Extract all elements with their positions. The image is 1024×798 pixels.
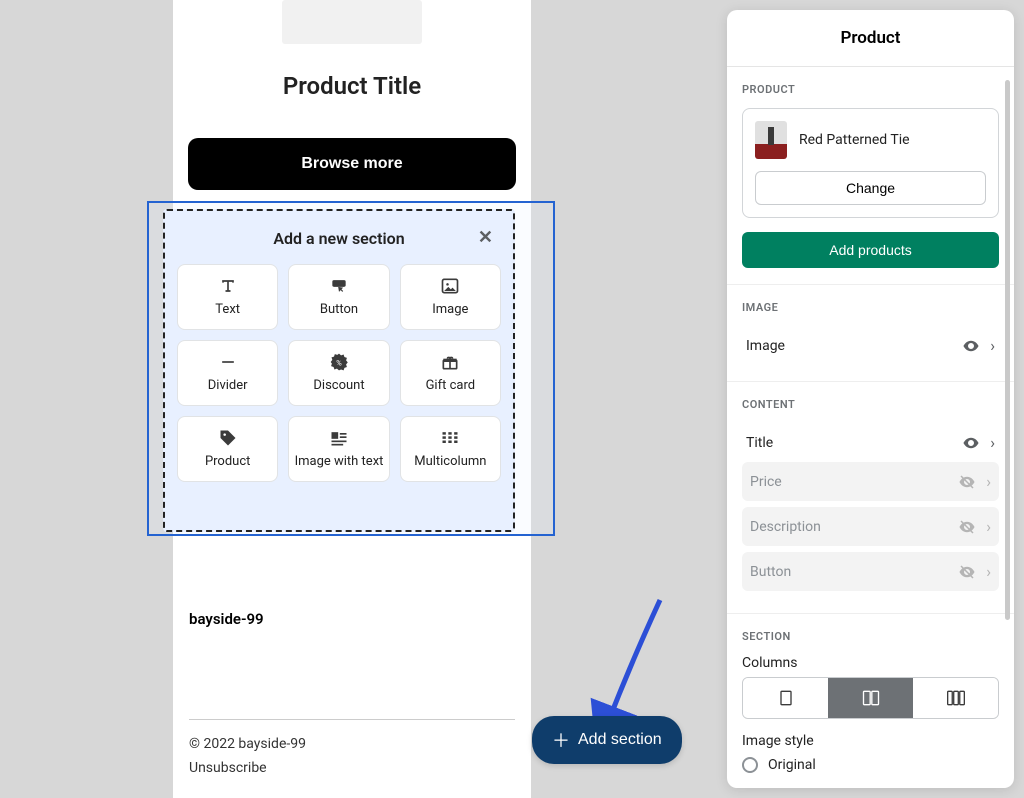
section-tile-label: Divider [208,378,248,394]
close-icon[interactable]: ✕ [478,227,493,248]
content-row-price[interactable]: Price › [742,462,999,501]
footer-divider [189,719,515,720]
section-tile-label: Button [320,302,358,318]
section-tile-label: Gift card [426,378,476,394]
content-row-image[interactable]: Image › [742,326,999,365]
add-products-button[interactable]: Add products [742,232,999,268]
visibility-hidden-icon[interactable] [958,563,976,581]
chevron-right-icon: › [990,336,995,355]
section-tile-label: Text [215,302,240,318]
list-row-label: Image [746,338,785,354]
redacted-address [189,634,459,709]
section-picker-title: Add a new section [273,229,404,248]
panel-label-product: PRODUCT [742,83,999,96]
panel-label-section: SECTION [742,630,999,643]
list-row-label: Title [746,435,773,451]
email-footer: bayside-99 © 2022 bayside-99 Unsubscribe [173,610,531,798]
list-row-label: Description [750,519,821,535]
scrollbar[interactable] [1005,80,1010,620]
selected-product-name: Red Patterned Tie [799,132,910,148]
section-tile-label: Image [432,302,468,318]
add-section-button[interactable]: ＋ Add section [532,716,682,764]
visibility-hidden-icon[interactable] [958,473,976,491]
section-type-grid: Text Button Image Divider % Discount Gif… [177,264,501,482]
columns-option-2[interactable] [828,678,913,718]
visibility-eye-icon[interactable] [962,337,980,355]
list-row-label: Button [750,564,791,580]
multicolumn-icon [440,428,460,448]
change-product-button[interactable]: Change [755,171,986,205]
section-tile-discount[interactable]: % Discount [288,340,389,406]
visibility-eye-icon[interactable] [962,434,980,452]
content-row-title[interactable]: Title › [742,423,999,462]
selected-product-card: Red Patterned Tie Change [742,108,999,218]
button-icon [329,276,349,296]
giftcard-icon [440,352,460,372]
section-tile-divider[interactable]: Divider [177,340,278,406]
discount-icon: % [329,352,349,372]
unsubscribe-link[interactable]: Unsubscribe [189,760,515,776]
product-thumbnail [755,121,787,159]
columns-label: Columns [742,655,999,671]
panel-label-content: CONTENT [742,398,999,411]
content-row-button[interactable]: Button › [742,552,999,591]
section-tile-label: Multicolumn [414,454,486,470]
text-icon [218,276,238,296]
panel-scroll[interactable]: PRODUCT Red Patterned Tie Change Add pro… [727,67,1014,788]
radio-label: Original [768,757,816,773]
section-tile-image[interactable]: Image [400,264,501,330]
panel-section-product: PRODUCT Red Patterned Tie Change Add pro… [727,67,1014,285]
browse-more-button[interactable]: Browse more [188,138,516,190]
panel-section-section: SECTION Columns Image style Original [727,614,1014,788]
section-tile-giftcard[interactable]: Gift card [400,340,501,406]
content-row-description[interactable]: Description › [742,507,999,546]
section-tile-image-with-text[interactable]: Image with text [288,416,389,482]
add-section-label: Add section [578,731,662,749]
chevron-right-icon: › [986,472,991,491]
panel-label-image: IMAGE [742,301,999,314]
panel-title: Product [727,10,1014,67]
list-row-label: Price [750,474,782,490]
divider-icon [218,352,238,372]
settings-panel: Product PRODUCT Red Patterned Tie Change… [727,10,1014,788]
section-tile-product[interactable]: Product [177,416,278,482]
product-tag-icon [218,428,238,448]
store-name: bayside-99 [189,610,515,628]
copyright-text: © 2022 bayside-99 [189,736,515,752]
image-text-icon [329,428,349,448]
columns-option-3[interactable] [913,678,998,718]
plus-icon: ＋ [552,727,570,753]
columns-segmented-control [742,677,999,719]
section-tile-label: Product [205,454,250,470]
panel-section-image: IMAGE Image › [727,285,1014,382]
product-title: Product Title [173,72,531,100]
section-insert-highlight: Add a new section ✕ Text Button Image Di… [147,201,555,536]
image-style-option-original[interactable]: Original [742,757,999,773]
chevron-right-icon: › [986,517,991,536]
columns-option-1[interactable] [743,678,828,718]
section-tile-label: Discount [313,378,364,394]
chevron-right-icon: › [986,562,991,581]
chevron-right-icon: › [990,433,995,452]
panel-section-content: CONTENT Title › Price › Description [727,382,1014,614]
svg-text:%: % [336,359,342,368]
product-image-placeholder [282,0,422,44]
image-style-label: Image style [742,733,999,749]
section-tile-text[interactable]: Text [177,264,278,330]
visibility-hidden-icon[interactable] [958,518,976,536]
radio-icon [742,757,758,773]
section-tile-label: Image with text [295,454,384,470]
section-tile-multicolumn[interactable]: Multicolumn [400,416,501,482]
section-picker-popover: Add a new section ✕ Text Button Image Di… [163,209,515,532]
image-icon [440,276,460,296]
section-tile-button[interactable]: Button [288,264,389,330]
